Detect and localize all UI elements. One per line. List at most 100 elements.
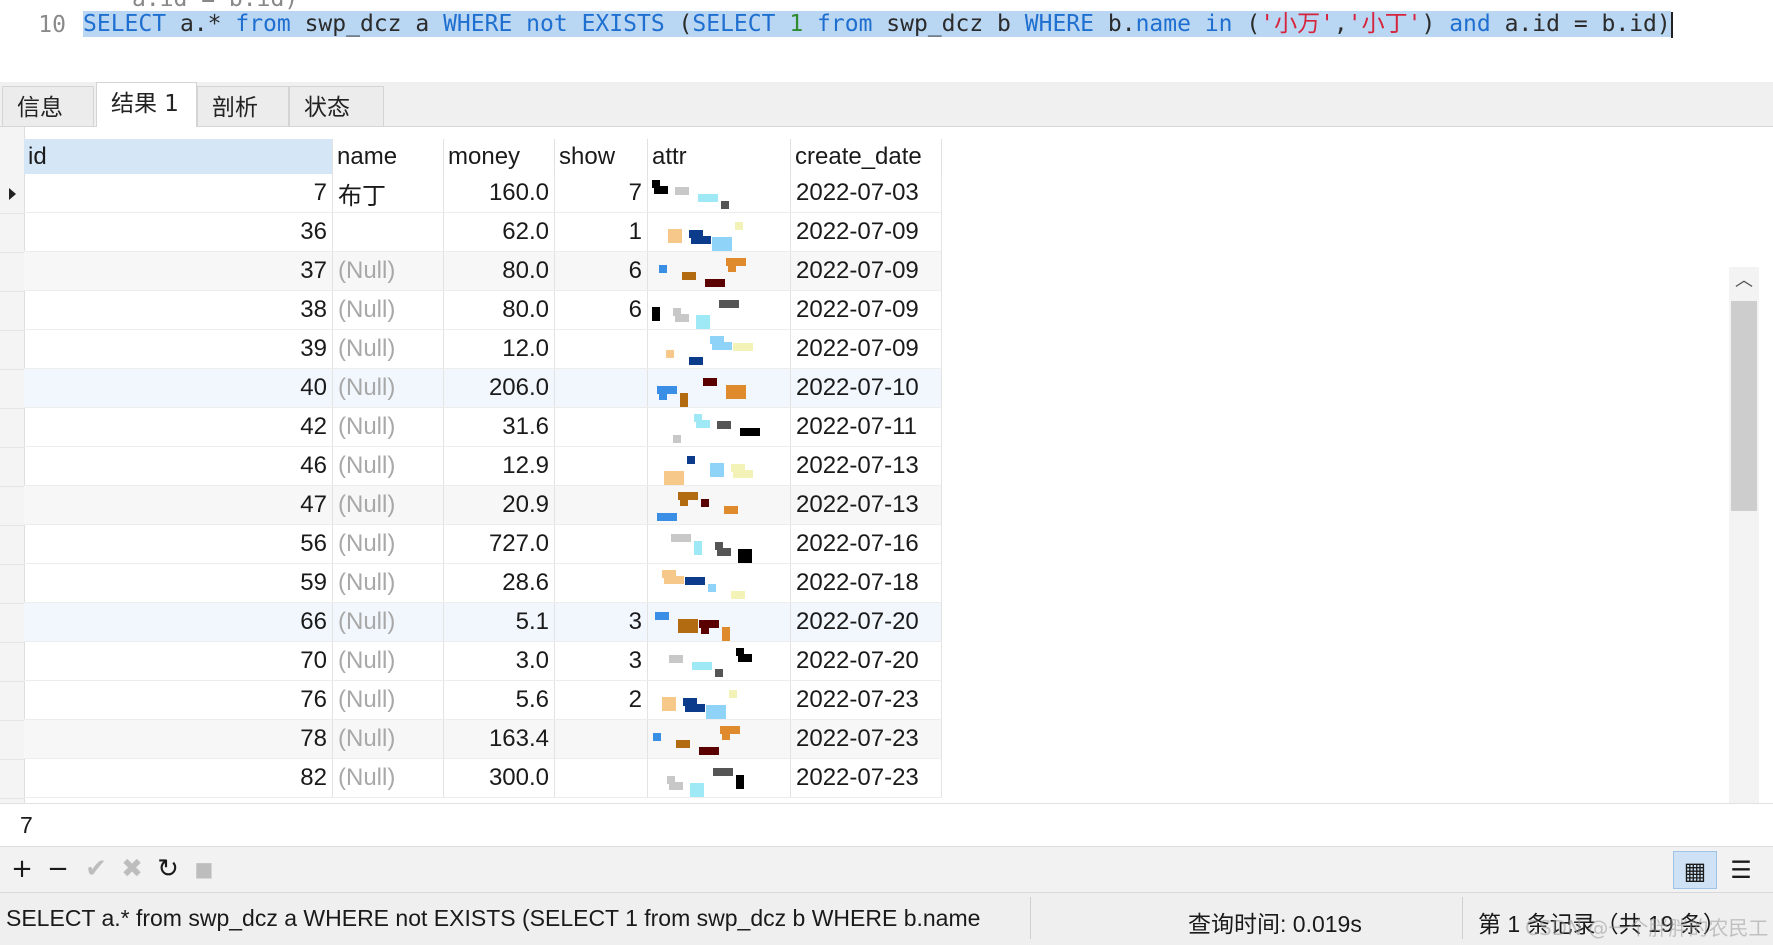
cell-name[interactable]: (Null): [332, 602, 444, 642]
tab-result-1[interactable]: 结果 1: [96, 82, 197, 127]
cell-id[interactable]: 59: [24, 563, 333, 603]
cell-id[interactable]: 76: [24, 680, 333, 720]
cell-id[interactable]: 70: [24, 641, 333, 681]
discard-changes-icon[interactable]: ✖: [118, 855, 146, 883]
cell-attr-redacted[interactable]: [647, 485, 791, 525]
cell-attr-redacted[interactable]: [647, 251, 791, 291]
cell-money[interactable]: 160.0: [443, 174, 555, 213]
column-header-show[interactable]: show: [554, 139, 648, 174]
cell-show[interactable]: [554, 524, 648, 564]
row-selector[interactable]: [0, 643, 24, 682]
table-row[interactable]: 56 (Null) 727.0 2022-07-16: [24, 524, 942, 564]
cell-name[interactable]: (Null): [332, 680, 444, 720]
table-row[interactable]: 70 (Null) 3.0 3 2022-07-20: [24, 641, 942, 681]
cell-show[interactable]: [554, 758, 648, 798]
cell-id[interactable]: 40: [24, 368, 333, 408]
cell-money[interactable]: 206.0: [443, 368, 555, 408]
cell-show[interactable]: [554, 407, 648, 447]
table-row[interactable]: 7 布丁 160.0 7 2022-07-03: [24, 174, 942, 213]
add-record-icon[interactable]: +: [8, 855, 36, 883]
cell-create-date[interactable]: 2022-07-18: [790, 563, 942, 603]
refresh-icon[interactable]: ↻: [154, 855, 182, 883]
cell-name[interactable]: (Null): [332, 329, 444, 369]
cell-show[interactable]: [554, 446, 648, 486]
cell-attr-redacted[interactable]: [647, 212, 791, 252]
cell-money[interactable]: 5.6: [443, 680, 555, 720]
cell-money[interactable]: 80.0: [443, 251, 555, 291]
cell-money[interactable]: 3.0: [443, 641, 555, 681]
cell-id[interactable]: 82: [24, 758, 333, 798]
cell-create-date[interactable]: 2022-07-11: [790, 407, 942, 447]
table-row[interactable]: 59 (Null) 28.6 2022-07-18: [24, 563, 942, 603]
cell-money[interactable]: 20.9: [443, 485, 555, 525]
cell-name[interactable]: (Null): [332, 446, 444, 486]
cell-id[interactable]: 36: [24, 212, 333, 252]
cell-attr-redacted[interactable]: [647, 602, 791, 642]
row-selector[interactable]: [0, 214, 24, 253]
cell-attr-redacted[interactable]: [647, 446, 791, 486]
cell-attr-redacted[interactable]: [647, 407, 791, 447]
table-row[interactable]: 47 (Null) 20.9 2022-07-13: [24, 485, 942, 525]
cell-attr-redacted[interactable]: [647, 329, 791, 369]
cell-money[interactable]: 163.4: [443, 719, 555, 759]
table-row[interactable]: 46 (Null) 12.9 2022-07-13: [24, 446, 942, 486]
cell-name[interactable]: (Null): [332, 407, 444, 447]
form-view-icon[interactable]: ☰: [1719, 851, 1763, 889]
cell-create-date[interactable]: 2022-07-09: [790, 329, 942, 369]
cell-show[interactable]: [554, 329, 648, 369]
column-header-money[interactable]: money: [443, 139, 555, 174]
row-selector[interactable]: [0, 682, 24, 721]
column-header-attr[interactable]: attr: [647, 139, 791, 174]
cell-create-date[interactable]: 2022-07-16: [790, 524, 942, 564]
table-row[interactable]: 42 (Null) 31.6 2022-07-11: [24, 407, 942, 447]
cell-show[interactable]: [554, 485, 648, 525]
sql-query-text[interactable]: SELECT a.* from swp_dcz a WHERE not EXIS…: [83, 8, 1753, 40]
column-header-name[interactable]: name: [332, 139, 444, 174]
cell-create-date[interactable]: 2022-07-20: [790, 602, 942, 642]
row-selector[interactable]: [0, 448, 24, 487]
table-row[interactable]: 66 (Null) 5.1 3 2022-07-20: [24, 602, 942, 642]
column-header-create-date[interactable]: create_date: [790, 139, 942, 174]
cell-name[interactable]: (Null): [332, 368, 444, 408]
cell-create-date[interactable]: 2022-07-23: [790, 680, 942, 720]
cell-money[interactable]: 12.9: [443, 446, 555, 486]
cell-create-date[interactable]: 2022-07-10: [790, 368, 942, 408]
cell-show[interactable]: [554, 563, 648, 603]
row-selector[interactable]: [0, 331, 24, 370]
delete-record-icon[interactable]: −: [44, 855, 72, 883]
table-row[interactable]: 36 62.0 1 2022-07-09: [24, 212, 942, 252]
cell-name[interactable]: (Null): [332, 524, 444, 564]
cell-money[interactable]: 31.6: [443, 407, 555, 447]
cell-name[interactable]: [332, 212, 444, 252]
cell-id[interactable]: 38: [24, 290, 333, 330]
row-selector[interactable]: [0, 760, 24, 799]
cell-id[interactable]: 42: [24, 407, 333, 447]
cell-attr-redacted[interactable]: [647, 524, 791, 564]
cell-money[interactable]: 28.6: [443, 563, 555, 603]
cell-show[interactable]: 3: [554, 641, 648, 681]
tab-status[interactable]: 状态: [289, 86, 384, 126]
cell-name[interactable]: (Null): [332, 251, 444, 291]
cell-attr-redacted[interactable]: [647, 563, 791, 603]
row-selector[interactable]: [0, 370, 24, 409]
cell-attr-redacted[interactable]: [647, 641, 791, 681]
cell-name[interactable]: (Null): [332, 485, 444, 525]
cell-id[interactable]: 78: [24, 719, 333, 759]
cell-id[interactable]: 46: [24, 446, 333, 486]
cell-name[interactable]: (Null): [332, 290, 444, 330]
grid-view-icon[interactable]: ▦: [1673, 851, 1717, 889]
cell-id[interactable]: 66: [24, 602, 333, 642]
cell-name[interactable]: (Null): [332, 641, 444, 681]
cell-money[interactable]: 300.0: [443, 758, 555, 798]
tab-info[interactable]: 信息: [2, 86, 94, 126]
cell-attr-redacted[interactable]: [647, 290, 791, 330]
table-row[interactable]: 78 (Null) 163.4 2022-07-23: [24, 719, 942, 759]
row-selector[interactable]: [0, 721, 24, 760]
scroll-up-icon[interactable]: ︿: [1729, 267, 1759, 295]
cell-id[interactable]: 56: [24, 524, 333, 564]
row-selector[interactable]: [0, 487, 24, 526]
cell-attr-redacted[interactable]: [647, 368, 791, 408]
cell-show[interactable]: 6: [554, 251, 648, 291]
cell-attr-redacted[interactable]: [647, 719, 791, 759]
cell-id[interactable]: 7: [24, 174, 333, 213]
